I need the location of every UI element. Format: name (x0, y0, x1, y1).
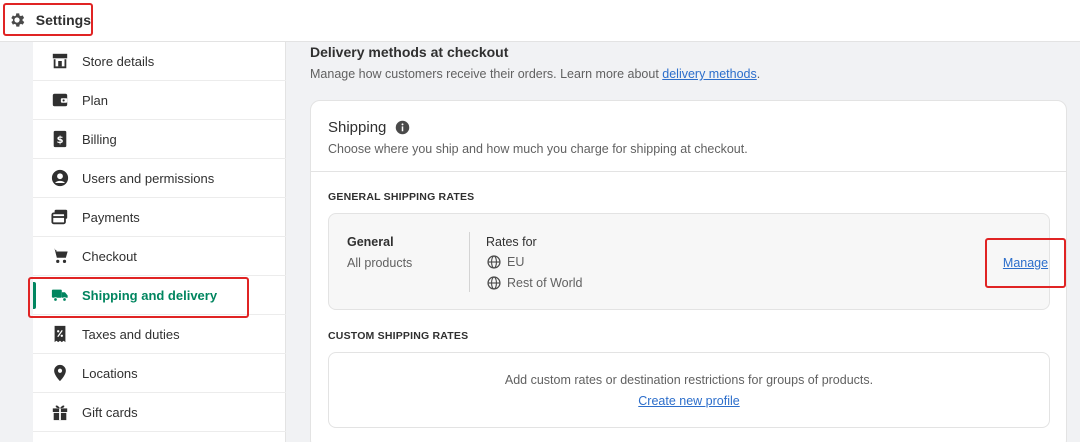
general-shipping-rates-heading: GENERAL SHIPPING RATES (328, 191, 475, 203)
divider (311, 171, 1066, 172)
sidebar-item-label: Plan (82, 92, 109, 108)
delivery-methods-link[interactable]: delivery methods (662, 67, 757, 81)
gear-icon (8, 10, 27, 30)
profile-name: General (347, 235, 394, 249)
main-content: Delivery methods at checkout Manage how … (286, 42, 1080, 442)
settings-sidebar: Store details Plan $ Billing Users and p… (33, 42, 286, 442)
sidebar-item-gift-cards[interactable]: Gift cards (33, 393, 286, 432)
sidebar-item-label: Gift cards (82, 404, 138, 420)
general-profile: General All products Rates for EU Rest o… (328, 213, 1066, 310)
sidebar-item-store-details[interactable]: Store details (33, 42, 286, 81)
sidebar-item-billing[interactable]: $ Billing (33, 120, 286, 159)
taxes-icon (50, 324, 70, 344)
create-new-profile-link[interactable]: Create new profile (638, 394, 739, 408)
sidebar-item-taxes-and-duties[interactable]: Taxes and duties (33, 315, 286, 354)
custom-shipping-rates-heading: CUSTOM SHIPPING RATES (328, 330, 469, 342)
truck-icon (50, 285, 70, 305)
settings-title: Settings (35, 11, 91, 28)
sidebar-item-label: Store details (82, 53, 155, 69)
shipping-description: Choose where you ship and how much you c… (328, 142, 748, 156)
gift-icon (50, 402, 70, 422)
sidebar-item-label: Payments (82, 209, 140, 225)
sidebar-item-label: Locations (82, 365, 138, 381)
profile-products: All products (347, 256, 413, 270)
store-icon (50, 51, 70, 71)
cart-icon (50, 246, 70, 266)
custom-profile-box: Add custom rates or destination restrict… (328, 352, 1050, 428)
sidebar-item-payments[interactable]: Payments (33, 198, 286, 237)
globe-icon (487, 276, 501, 290)
custom-rates-description: Add custom rates or destination restrict… (504, 373, 874, 387)
sidebar-item-label: Billing (82, 131, 117, 147)
top-bar: Settings (0, 0, 1080, 42)
sidebar-item-shipping-and-delivery[interactable]: Shipping and delivery (33, 276, 286, 315)
rates-for-label: Rates for (486, 235, 537, 249)
plan-icon (50, 90, 70, 110)
sidebar-item-users-and-permissions[interactable]: Users and permissions (33, 159, 286, 198)
zone-name: Rest of World (507, 276, 583, 290)
manage-link[interactable]: Manage (1003, 256, 1048, 270)
sidebar-item-label: Taxes and duties (82, 326, 180, 342)
section-description: Manage how customers receive their order… (310, 67, 761, 81)
settings-header[interactable]: Settings (3, 3, 93, 36)
payments-icon (50, 207, 70, 227)
sidebar-item-label: Checkout (82, 248, 137, 264)
shipping-title: Shipping (328, 119, 387, 136)
section-title: Delivery methods at checkout (310, 44, 509, 60)
manage-highlight: Manage (985, 238, 1066, 288)
shipping-card-title: Shipping (328, 119, 410, 136)
info-icon[interactable] (395, 120, 410, 135)
user-icon (50, 168, 70, 188)
zone-name: EU (507, 255, 525, 269)
zone-row: Rest of World (487, 276, 583, 290)
sidebar-item-checkout[interactable]: Checkout (33, 237, 286, 276)
billing-icon: $ (50, 129, 70, 149)
sidebar-item-label: Shipping and delivery (82, 287, 218, 303)
globe-icon (487, 255, 501, 269)
shipping-card: Shipping Choose where you ship and how m… (310, 100, 1067, 442)
custom-link-wrapper: Create new profile (329, 394, 1049, 408)
divider (469, 232, 470, 292)
svg-text:$: $ (57, 135, 64, 146)
sidebar-item-locations[interactable]: Locations (33, 354, 286, 393)
sidebar-item-plan[interactable]: Plan (33, 81, 286, 120)
location-pin-icon (50, 363, 70, 383)
sidebar-item-label: Users and permissions (82, 170, 215, 186)
zone-row: EU (487, 255, 524, 269)
